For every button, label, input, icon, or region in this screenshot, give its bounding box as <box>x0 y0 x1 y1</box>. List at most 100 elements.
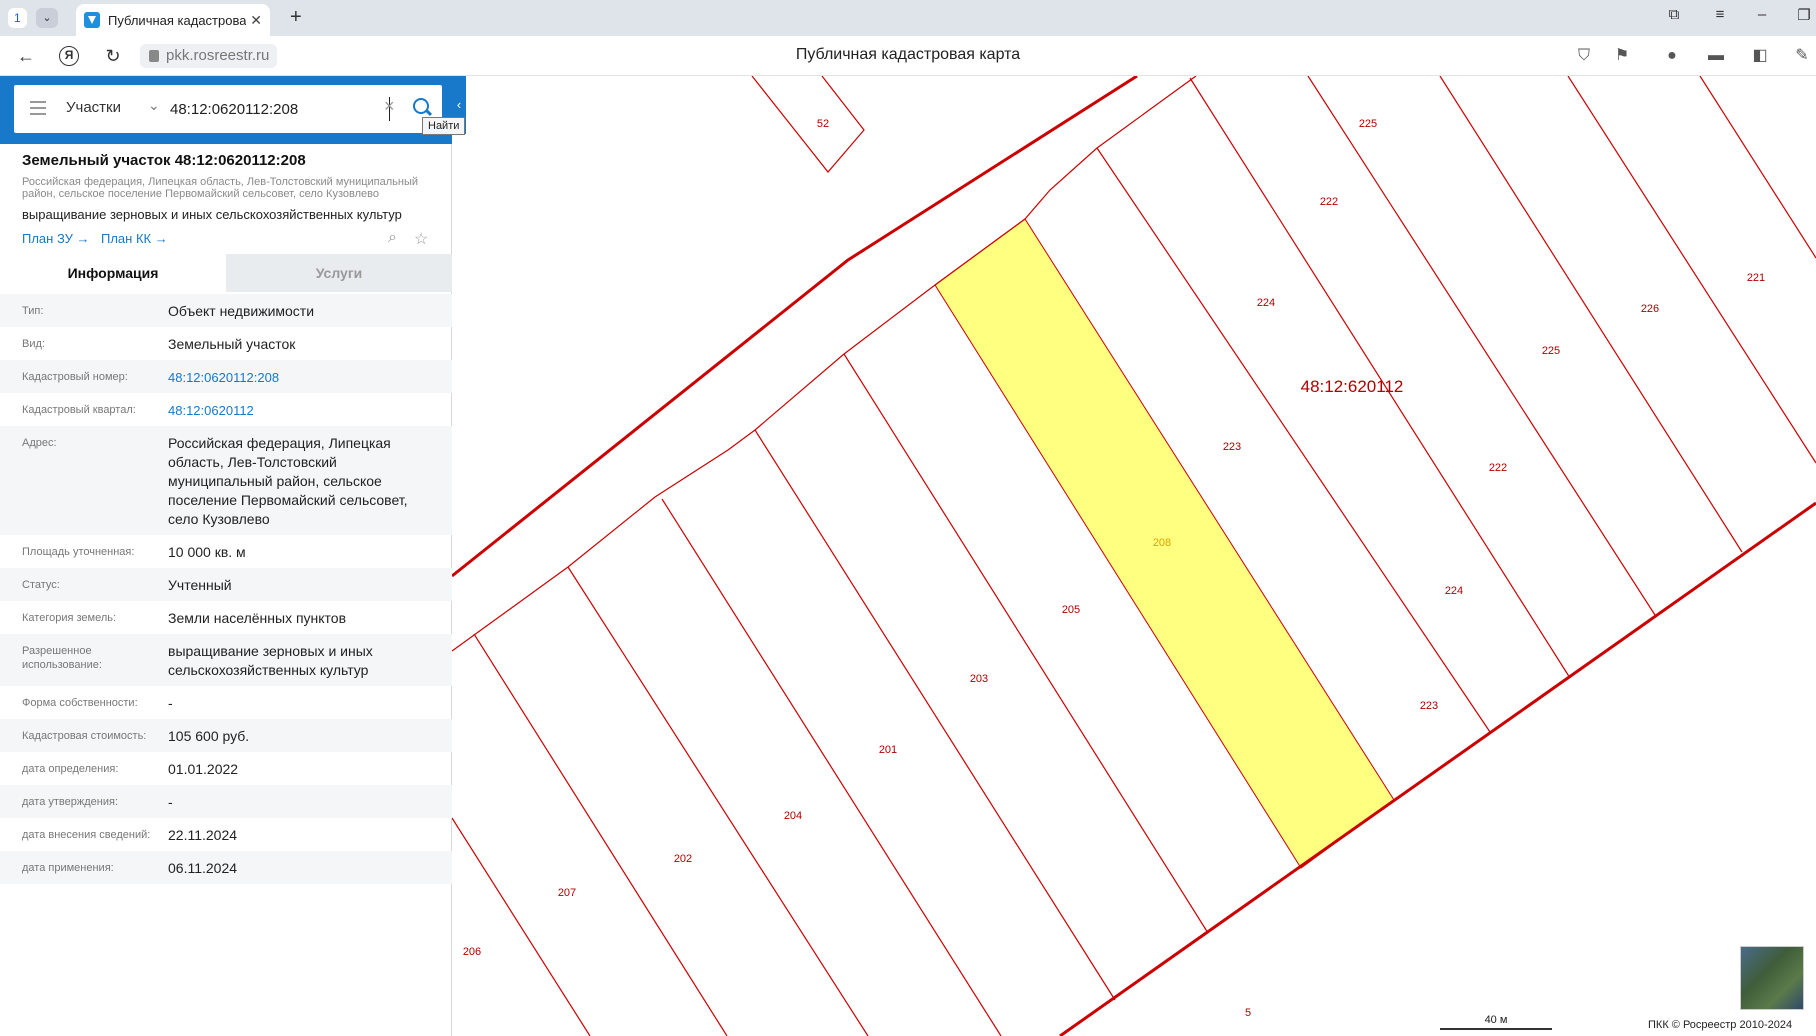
star-icon[interactable]: ☆ <box>414 229 428 249</box>
table-row: дата определения: 01.01.2022 <box>0 752 452 785</box>
info-tabs: Информация Услуги <box>0 254 452 292</box>
parcel-label: 225 <box>1542 345 1560 357</box>
minimize-icon[interactable]: – <box>1750 6 1774 23</box>
bookmark-icon[interactable]: ⚑ <box>1612 46 1632 66</box>
row-label: Форма собственности: <box>22 697 138 709</box>
new-tab-icon[interactable]: + <box>290 7 302 27</box>
protect-icon[interactable]: ⛉ <box>1574 46 1594 66</box>
row-label: Категория земель: <box>22 612 117 624</box>
row-value: 06.11.2024 <box>168 860 238 876</box>
parcel-label: 222 <box>1489 462 1507 474</box>
row-label: Адрес: <box>22 437 57 449</box>
parcel-label: 224 <box>1445 585 1463 597</box>
object-use: выращивание зерновых и иных сельскохозяй… <box>22 207 402 222</box>
parcel-label: 224 <box>1257 297 1275 309</box>
parcel-label: 208 <box>1153 537 1171 549</box>
parcel-label: 5 <box>1245 1007 1251 1019</box>
table-row: дата внесения сведений: 22.11.2024 <box>0 818 452 851</box>
parcel-label: 207 <box>558 887 576 899</box>
parcel-label: 206 <box>463 946 481 958</box>
object-title: Земельный участок 48:12:0620112:208 <box>22 152 306 169</box>
search-band: Участки ⌄ × <box>0 76 452 144</box>
scale-bar: 40 м <box>1440 1014 1552 1030</box>
tab-close-icon[interactable]: ✕ <box>250 12 262 29</box>
quarter-label: 48:12:620112 <box>1301 377 1404 396</box>
attributes-table: Тип: Объект недвижимости Вид: Земельный уч… <box>0 294 452 884</box>
row-value: Земли населённых пунктов <box>168 610 347 626</box>
row-value: Российская федерация, Липецкая область, … <box>168 435 408 527</box>
row-value: 22.11.2024 <box>168 827 238 843</box>
row-value: 10 000 кв. м <box>168 544 246 560</box>
search-tooltip: Найти <box>422 117 466 135</box>
copyright-text: ПКК © Росреестр 2010-2024 <box>1648 1019 1793 1031</box>
url-field[interactable]: pkk.rosreestr.ru <box>140 44 278 68</box>
cadastral-quarter-link[interactable]: 48:12:0620112 <box>168 401 438 420</box>
parcel-label: 221 <box>1747 272 1765 284</box>
row-label: дата утверждения: <box>22 796 119 808</box>
row-value: 105 600 руб. <box>168 728 250 744</box>
search-type-select[interactable]: Участки <box>66 99 121 116</box>
table-row: Форма собственности: - <box>0 686 452 719</box>
parcel-map-svg: 52 225 222 224 221 226 225 223 222 208 2… <box>452 76 1816 1036</box>
row-value: 01.01.2022 <box>168 761 239 777</box>
table-row: Площадь уточненная: 10 000 кв. м <box>0 535 452 568</box>
edit-icon[interactable]: ✎ <box>1792 46 1812 66</box>
cadastral-number-link[interactable]: 48:12:0620112:208 <box>168 368 438 387</box>
clear-icon[interactable]: × <box>384 96 395 117</box>
row-label: Разрешенное использование: <box>22 645 102 671</box>
hamburger-menu-icon[interactable] <box>30 101 46 115</box>
table-row: Кадастровая стоимость: 105 600 руб. <box>0 719 452 752</box>
row-label: Тип: <box>22 305 44 317</box>
tab-counter[interactable]: 1 <box>8 8 27 28</box>
search-box: Участки ⌄ × <box>14 85 442 133</box>
reload-icon[interactable]: ↻ <box>101 45 125 67</box>
row-value: Объект недвижимости <box>168 303 315 319</box>
parcel-label: 201 <box>879 744 897 756</box>
url-text: pkk.rosreestr.ru <box>166 47 270 64</box>
search-input[interactable] <box>170 97 390 121</box>
address-bar: ← Я ↻ pkk.rosreestr.ru Публичная кадастр… <box>0 36 1816 76</box>
restore-window-icon[interactable]: ❐ <box>1792 6 1816 24</box>
back-arrow-icon[interactable]: ← <box>14 45 38 67</box>
row-value: - <box>168 695 173 711</box>
parcel-label: 52 <box>817 118 829 130</box>
row-label: Статус: <box>22 579 60 591</box>
rosreestr-favicon-icon <box>84 12 100 28</box>
row-label: Вид: <box>22 338 45 350</box>
row-label: Кадастровый номер: <box>22 371 128 383</box>
row-value: - <box>168 794 173 810</box>
yandex-icon[interactable]: Я <box>59 46 79 66</box>
row-label: дата внесения сведений: <box>22 829 151 841</box>
row-value: Учтенный <box>168 577 232 593</box>
row-label: Кадастровый квартал: <box>22 404 136 416</box>
zoom-to-object-icon[interactable]: ⌕ <box>388 229 397 247</box>
table-row: Тип: Объект недвижимости <box>0 294 452 327</box>
browser-tab[interactable]: Публичная кадастровая ✕ <box>76 4 270 36</box>
tab-list-chevron-icon[interactable]: ⌄ <box>36 8 58 28</box>
plan-kk-link[interactable]: План КК → <box>101 231 168 246</box>
tab-services[interactable]: Услуги <box>226 254 452 292</box>
table-row: Разрешенное использование: выращивание зе… <box>0 634 452 686</box>
row-value: выращивание зерновых и иных сельскохозяй… <box>168 643 373 678</box>
basemap-switcher-thumbnail[interactable] <box>1740 946 1804 1010</box>
plan-zu-link[interactable]: План ЗУ → <box>22 231 90 246</box>
bookmarks-panel-icon[interactable]: ⧉ <box>1662 6 1686 23</box>
table-row: Кадастровый номер: 48:12:0620112:208 <box>0 360 452 393</box>
extension-icon[interactable]: ● <box>1662 46 1682 66</box>
info-panel: Участки ⌄ × Найти Земельный участок 48:1… <box>0 76 466 1036</box>
row-label: дата определения: <box>22 763 119 775</box>
cadastral-map[interactable]: 52 225 222 224 221 226 225 223 222 208 2… <box>452 76 1816 1036</box>
parcel-label: 204 <box>784 810 802 822</box>
downloads-icon[interactable]: ▬ <box>1706 46 1726 66</box>
browser-menu-icon[interactable]: ≡ <box>1708 6 1732 23</box>
table-row: Адрес: Российская федерация, Липецкая обл… <box>0 426 452 535</box>
parcel-label: 226 <box>1641 303 1659 315</box>
tab-title: Публичная кадастровая <box>108 12 247 28</box>
tab-information[interactable]: Информация <box>0 254 226 292</box>
table-row: Вид: Земельный участок <box>0 327 452 360</box>
row-value: Земельный участок <box>168 336 296 352</box>
collections-icon[interactable]: ◧ <box>1750 46 1770 66</box>
row-label: Кадастровая стоимость: <box>22 730 147 742</box>
chevron-down-icon[interactable]: ⌄ <box>148 97 160 114</box>
table-row: дата применения: 06.11.2024 <box>0 851 452 884</box>
